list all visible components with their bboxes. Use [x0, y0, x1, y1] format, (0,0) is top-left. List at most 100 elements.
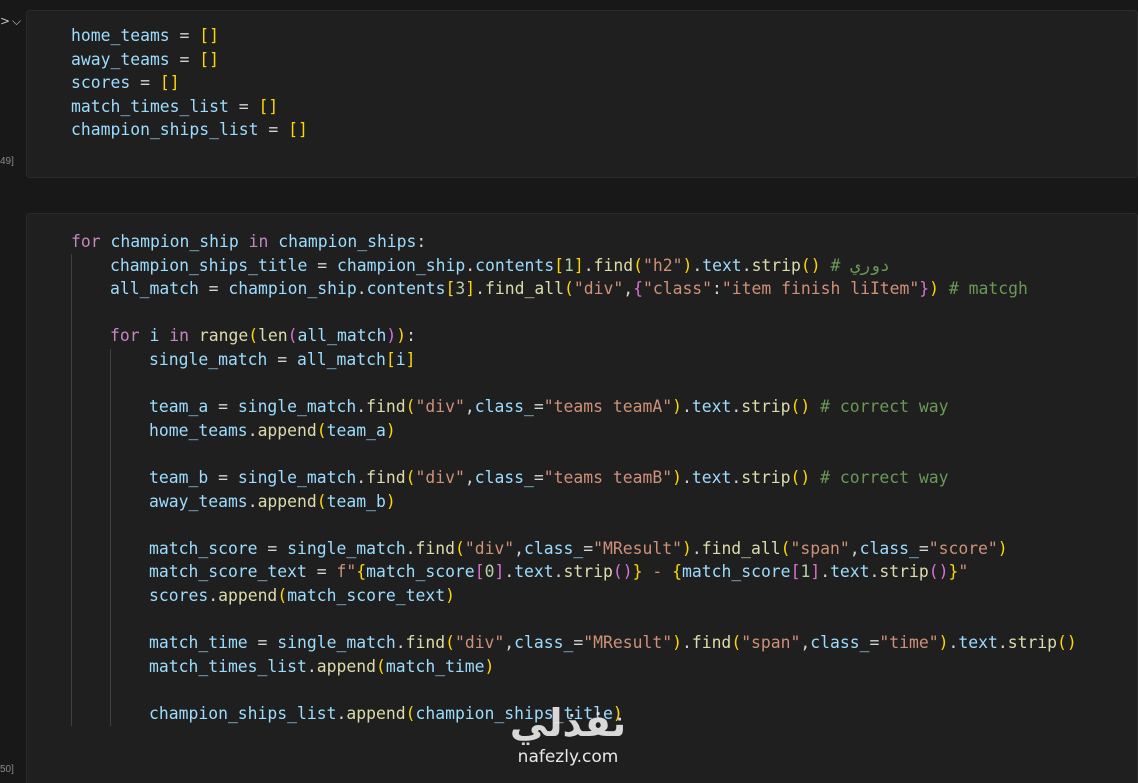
- token-variable: match_time: [149, 633, 248, 653]
- code-line-empty[interactable]: [71, 678, 1077, 702]
- code-line[interactable]: for i in range(len(all_match)):: [71, 324, 1077, 348]
- code-editor-2[interactable]: for champion_ship in champion_ships: cha…: [71, 230, 1077, 725]
- token-operator: =: [583, 538, 594, 558]
- token-bracket: []: [159, 73, 180, 93]
- token-bracket: ): [682, 255, 693, 275]
- token-punctuation: .: [741, 255, 752, 275]
- code-line[interactable]: scores = []: [71, 71, 308, 95]
- token-operator: =: [198, 279, 229, 299]
- token-bracket: ): [672, 397, 682, 417]
- token-bracket: (: [375, 656, 386, 676]
- code-line-empty[interactable]: [71, 608, 1077, 632]
- code-line[interactable]: home_teams.append(team_a): [71, 419, 1077, 443]
- token-bracket: (: [633, 255, 643, 275]
- token-function: strip: [563, 562, 613, 582]
- token-string: ": [958, 562, 969, 582]
- token-punctuation: .: [356, 397, 367, 417]
- token-punctuation: .: [692, 255, 703, 275]
- token-comment: # correct way: [810, 397, 949, 417]
- code-line[interactable]: champion_ships_title = champion_ship.con…: [71, 254, 1077, 278]
- chevron-down-icon[interactable]: >⌵: [0, 14, 23, 29]
- token-variable: match_score_text: [287, 585, 446, 605]
- token-bracket: ]: [465, 279, 476, 299]
- token-variable: team_a: [326, 420, 386, 440]
- token-attribute: text: [702, 255, 742, 275]
- code-editor-1[interactable]: home_teams = [] away_teams = [] scores =…: [71, 24, 308, 142]
- code-line[interactable]: away_teams = []: [71, 48, 308, 72]
- code-line[interactable]: match_time = single_match.find("div",cla…: [71, 631, 1077, 655]
- token-function: find: [366, 397, 406, 417]
- token-bracket: (: [316, 420, 327, 440]
- code-cell-2[interactable]: for champion_ship in champion_ships: cha…: [26, 213, 1138, 783]
- token-bracket: }: [632, 562, 643, 582]
- token-operator: =: [533, 397, 544, 417]
- token-comment: # correct way: [810, 467, 949, 487]
- token-function: strip: [741, 467, 791, 487]
- token-string: "score": [928, 538, 998, 558]
- nafezly-watermark: نفذلي nafezly.com: [498, 700, 638, 768]
- code-line[interactable]: team_a = single_match.find("div",class_=…: [71, 395, 1077, 419]
- token-operator: =: [869, 633, 880, 653]
- token-bracket: ]: [810, 562, 821, 582]
- token-variable: scores: [149, 585, 209, 605]
- token-bracket: ): [385, 420, 396, 440]
- code-line[interactable]: single_match = all_match[i]: [71, 348, 1077, 372]
- token-variable: match_score_text: [149, 562, 307, 582]
- token-punctuation: .: [731, 397, 742, 417]
- code-line[interactable]: match_times_list = []: [71, 95, 308, 119]
- token-variable: match_score: [682, 562, 791, 582]
- token-string: "div": [415, 467, 465, 487]
- token-operator: =: [306, 562, 337, 582]
- token-string: "MResult": [583, 633, 673, 653]
- token-function: append: [218, 585, 278, 605]
- token-variable: i: [139, 326, 170, 346]
- token-function: find_all: [485, 279, 564, 299]
- token-parameter: class_: [474, 397, 534, 417]
- token-operator: =: [208, 467, 238, 487]
- token-function: find: [366, 467, 406, 487]
- token-operator: =: [169, 49, 200, 69]
- code-line[interactable]: champion_ships_list = []: [71, 118, 308, 142]
- code-cell-1[interactable]: home_teams = [] away_teams = [] scores =…: [26, 10, 1138, 178]
- token-punctuation: .: [356, 279, 367, 299]
- code-line[interactable]: scores.append(match_score_text): [71, 584, 1077, 608]
- token-variable: champion_ships: [268, 232, 417, 251]
- token-punctuation: .: [948, 633, 959, 653]
- code-line[interactable]: team_b = single_match.find("div",class_=…: [71, 466, 1077, 490]
- token-punctuation: .: [681, 633, 692, 653]
- token-attribute: text: [691, 467, 732, 487]
- code-line[interactable]: for champion_ship in champion_ships:: [71, 230, 1077, 254]
- token-punctuation: .: [731, 467, 742, 487]
- token-bracket: ): [929, 279, 940, 299]
- code-line-empty[interactable]: [71, 442, 1077, 466]
- token-string: "class": [642, 279, 713, 299]
- code-line[interactable]: match_score = single_match.find("div",cl…: [71, 537, 1077, 561]
- code-line[interactable]: match_score_text = f"{match_score[0].tex…: [71, 560, 1077, 584]
- token-number: 1: [563, 255, 574, 275]
- code-line[interactable]: away_teams.append(team_b): [71, 490, 1077, 514]
- token-variable: champion_ships_list: [149, 703, 337, 723]
- token-string: "div": [464, 538, 515, 558]
- token-string: "div": [573, 279, 624, 299]
- token-parameter: class_: [474, 467, 534, 487]
- token-function: strip: [879, 562, 929, 582]
- token-variable: away_teams: [149, 491, 248, 511]
- code-line[interactable]: home_teams = []: [71, 24, 308, 48]
- token-string: "span": [790, 538, 850, 558]
- token-variable: team_b: [149, 467, 209, 487]
- code-line[interactable]: match_times_list.append(match_time): [71, 655, 1077, 679]
- code-line-empty[interactable]: [71, 513, 1077, 537]
- token-attribute: contents: [366, 279, 446, 299]
- token-string: -: [642, 562, 673, 582]
- token-variable: away_teams: [71, 49, 170, 69]
- code-line[interactable]: all_match = champion_ship.contents[3].fi…: [71, 277, 1077, 301]
- code-line-empty[interactable]: [71, 301, 1077, 325]
- token-operator: =: [573, 633, 584, 653]
- token-bracket: [: [474, 562, 485, 582]
- code-line-empty[interactable]: [71, 372, 1077, 396]
- execution-count-2: 50]: [0, 764, 14, 775]
- token-punctuation: .: [247, 491, 258, 511]
- token-variable: home_teams: [71, 26, 170, 45]
- token-bracket: (): [800, 255, 821, 275]
